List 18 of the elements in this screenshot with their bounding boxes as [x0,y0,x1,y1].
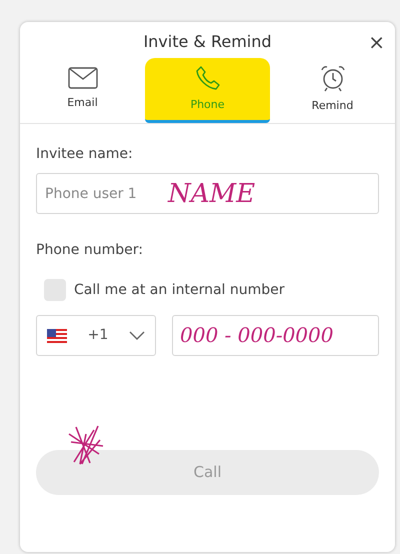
tab[interactable]: Remind [270,58,395,123]
checkbox-label: Call me at an internal number [74,280,285,300]
handwritten-text: 000 - 000-0000 [180,325,334,345]
field-label: Phone number: [36,241,144,260]
close-button[interactable]: × [368,32,385,52]
field-label: Invitee name: [36,145,134,164]
handwritten-text: NAME [168,178,256,211]
phone-icon [194,64,220,91]
tab[interactable]: Email [20,58,145,123]
flag-icon [47,328,67,342]
chevron-down-icon [128,330,145,340]
scribble-drawing [68,424,104,466]
dialog-title: Invite & Remind [143,31,272,53]
checkbox[interactable] [44,279,66,301]
phone-number-field[interactable] [172,315,379,356]
alarm-clock-icon [318,64,346,92]
country-dropdown[interactable]: +1 [36,315,156,356]
envelope-icon [68,66,98,89]
